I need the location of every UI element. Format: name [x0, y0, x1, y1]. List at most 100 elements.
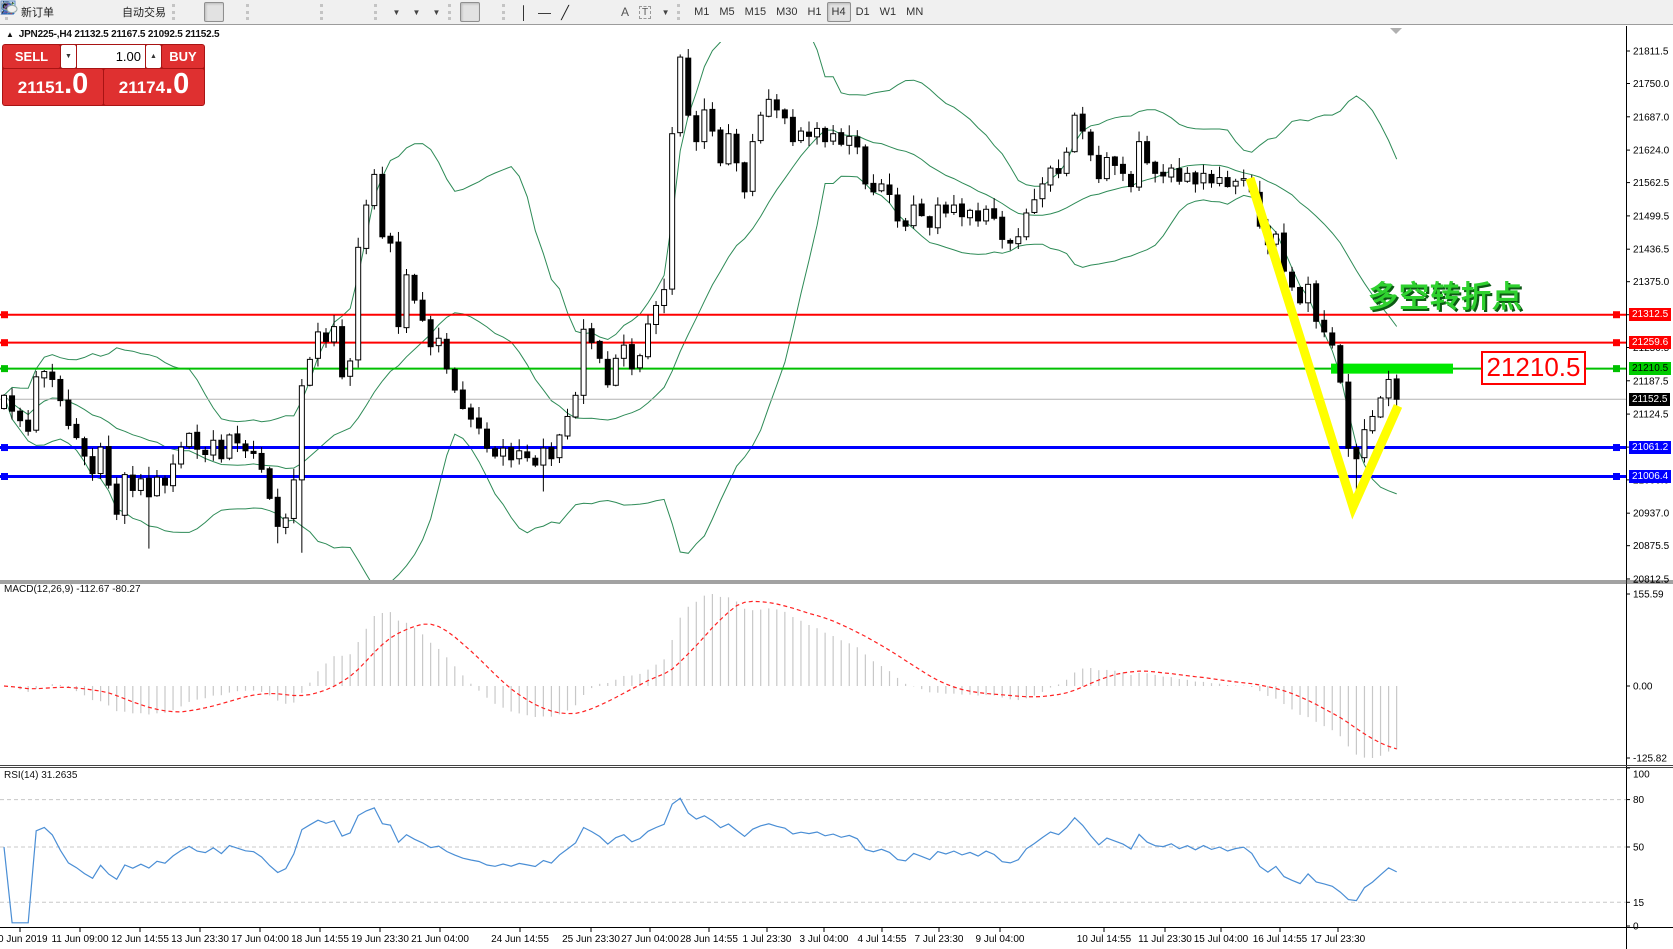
auto-trading-button[interactable]: 自动交易: [118, 2, 170, 22]
line-handle[interactable]: [1613, 473, 1620, 480]
vertical-line-button[interactable]: │: [514, 2, 534, 22]
timeframe-button-m5[interactable]: M5: [714, 2, 739, 22]
candle-body: [1048, 168, 1053, 185]
timeframe-button-mn[interactable]: MN: [901, 2, 928, 22]
timeframe-button-m15[interactable]: M15: [740, 2, 771, 22]
periods-button[interactable]: ▼: [406, 2, 426, 22]
toolbar-grip[interactable]: [172, 4, 180, 20]
drawn-annotations[interactable]: [1250, 28, 1402, 507]
candle-body: [589, 329, 594, 343]
toolbar-grip[interactable]: [320, 4, 328, 20]
sell-button[interactable]: SELL: [3, 45, 60, 68]
zoom-out-button[interactable]: [278, 2, 298, 22]
chat-icon: [0, 0, 18, 15]
timeframe-button-d1[interactable]: D1: [851, 2, 875, 22]
mql5-community-button[interactable]: [78, 2, 98, 22]
candle-body: [790, 117, 795, 141]
toolbar-grip[interactable]: [374, 4, 382, 20]
tile-windows-button[interactable]: [298, 2, 318, 22]
text-label-icon: T: [639, 6, 651, 19]
chart-shift-marker-icon[interactable]: [1390, 28, 1402, 34]
line-handle[interactable]: [1613, 339, 1620, 346]
buy-price[interactable]: 21174.0: [104, 69, 204, 105]
candle-body: [324, 333, 329, 341]
text-tool-icon: A: [621, 5, 629, 19]
timeframe-button-m30[interactable]: M30: [771, 2, 802, 22]
price-badge-21259.6: 21259.6: [1629, 336, 1671, 349]
zoom-in-button[interactable]: [258, 2, 278, 22]
timeframe-button-h4[interactable]: H4: [827, 2, 851, 22]
collapse-arrow-icon[interactable]: ▲: [6, 30, 14, 39]
candle-body: [1161, 172, 1166, 176]
cursor-button[interactable]: [460, 2, 480, 22]
axis-tick-label: 10 Jun 2019: [0, 934, 48, 945]
text-tool-button[interactable]: A: [615, 2, 635, 22]
search-button[interactable]: [1630, 2, 1650, 22]
timeframe-button-w1[interactable]: W1: [875, 2, 902, 22]
candle-body: [1193, 173, 1198, 184]
candle-body: [146, 478, 151, 496]
axis-tick-label: 15 Jul 04:00: [1194, 934, 1249, 945]
line-handle[interactable]: [1, 444, 8, 451]
new-order-button[interactable]: 新订单: [17, 2, 58, 22]
candle-body: [1290, 272, 1295, 287]
fibonacci-button[interactable]: F: [595, 2, 615, 22]
toolbar-grip[interactable]: [502, 4, 510, 20]
line-handle[interactable]: [1, 473, 8, 480]
sell-price[interactable]: 21151.0: [3, 69, 103, 105]
timeframe-button-m1[interactable]: M1: [689, 2, 714, 22]
line-handle[interactable]: [1613, 311, 1620, 318]
volume-up-button[interactable]: ▲: [146, 45, 161, 68]
candle-body: [718, 130, 723, 163]
line-handle[interactable]: [1613, 365, 1620, 372]
candle-body: [863, 147, 868, 184]
price-badge-21152.5: 21152.5: [1629, 393, 1670, 406]
chart-shift-button[interactable]: [352, 2, 372, 22]
indicators-button[interactable]: ▼: [386, 2, 406, 22]
templates-button[interactable]: ▼: [426, 2, 446, 22]
candle-body: [654, 305, 659, 324]
text-label-button[interactable]: T: [635, 2, 655, 22]
axis-tick-label: 11 Jun 09:00: [51, 934, 109, 945]
annotation-text[interactable]: 多空转折点: [1368, 272, 1523, 316]
candle-body: [726, 134, 731, 164]
horizontal-line-button[interactable]: —: [534, 2, 555, 22]
axes[interactable]: 21811.521750.021687.021624.021562.521499…: [0, 26, 1673, 949]
toolbar-grip[interactable]: [677, 4, 685, 20]
bar-chart-button[interactable]: [184, 2, 204, 22]
buy-button[interactable]: BUY: [162, 45, 204, 68]
axis-tick-label: 24 Jun 14:55: [491, 934, 549, 945]
line-chart-button[interactable]: [224, 2, 244, 22]
chat-button[interactable]: [1650, 2, 1670, 22]
candle-body: [412, 275, 417, 300]
symbol-title-text: JPN225-,H4 21132.5 21167.5 21092.5 21152…: [19, 29, 220, 40]
auto-scroll-button[interactable]: [332, 2, 352, 22]
crayon-button[interactable]: [58, 2, 78, 22]
toolbar-grip[interactable]: [246, 4, 254, 20]
crosshair-button[interactable]: [480, 2, 500, 22]
price-callout-box[interactable]: 21210.5: [1481, 351, 1586, 385]
line-handle[interactable]: [1, 311, 8, 318]
line-handle[interactable]: [1613, 444, 1620, 451]
candlestick-chart-button[interactable]: [204, 2, 224, 22]
chart-window[interactable]: 21811.521750.021687.021624.021562.521499…: [0, 26, 1673, 949]
trendline-button[interactable]: ╱: [555, 2, 575, 22]
chart-canvas[interactable]: 21811.521750.021687.021624.021562.521499…: [0, 26, 1673, 949]
axis-tick-label: 27 Jun 04:00: [621, 934, 679, 945]
line-handle[interactable]: [1, 339, 8, 346]
candle-body: [959, 204, 964, 217]
candle-body: [1281, 233, 1286, 271]
line-handle[interactable]: [1, 365, 8, 372]
signals-button[interactable]: [98, 2, 118, 22]
candle-body: [1080, 114, 1085, 131]
horizontal-lines[interactable]: [0, 311, 1626, 480]
volume-down-button[interactable]: ▼: [61, 45, 76, 68]
green-trend-rectangle[interactable]: [1331, 364, 1453, 374]
timeframe-button-h1[interactable]: H1: [802, 2, 826, 22]
channel-button[interactable]: E: [575, 2, 595, 22]
toolbar-grip[interactable]: [448, 4, 456, 20]
candle-body: [26, 420, 31, 431]
volume-input[interactable]: [77, 45, 145, 68]
candle-body: [1386, 379, 1391, 397]
arrows-tool-button[interactable]: ▼: [655, 2, 675, 22]
